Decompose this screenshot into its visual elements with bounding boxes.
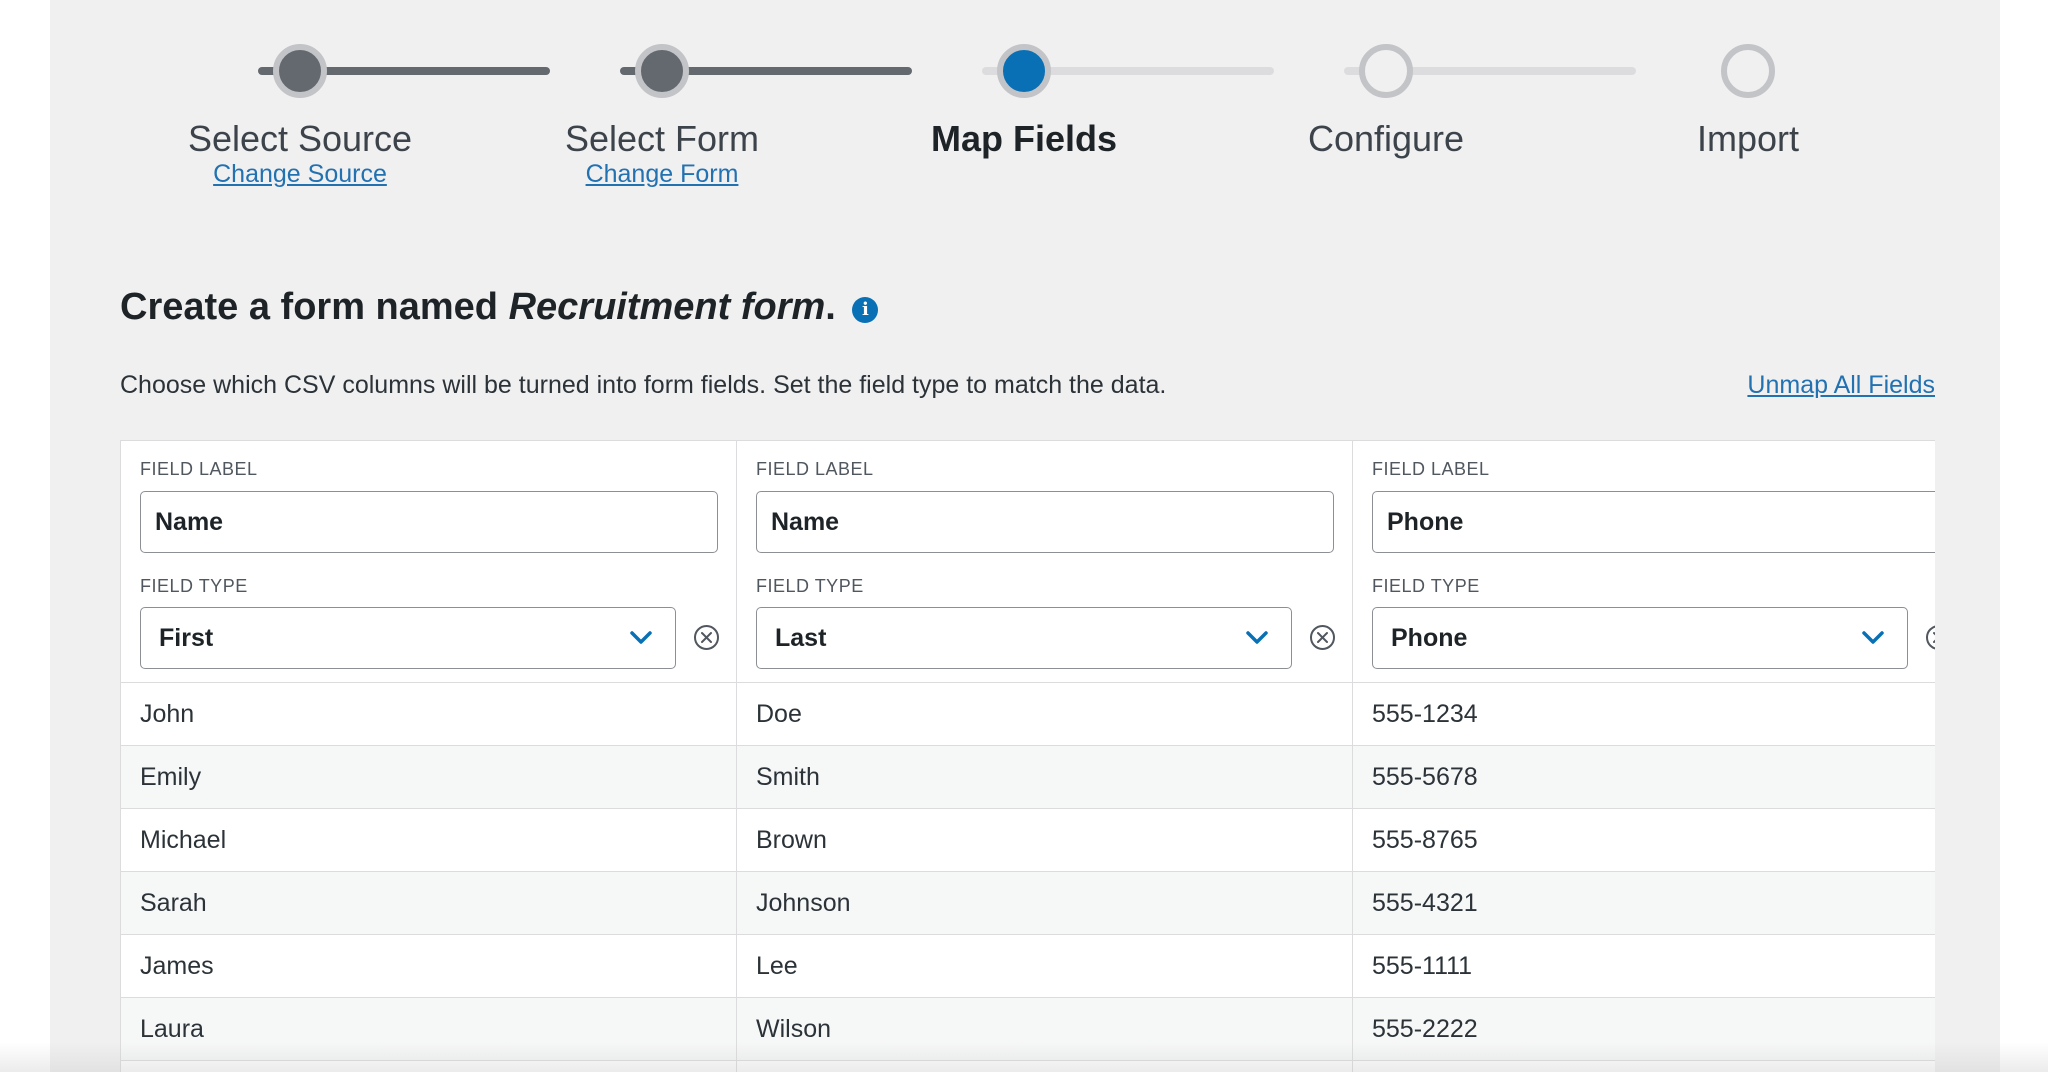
field-label-caption: FIELD LABEL — [756, 459, 874, 479]
table-row: John — [121, 683, 736, 746]
field-label-caption: FIELD LABEL — [140, 459, 258, 479]
table-cell: Doe — [756, 700, 802, 728]
field-label-input[interactable] — [140, 491, 718, 553]
table-cell: Smith — [756, 763, 820, 791]
step-dot-select-source — [273, 44, 327, 98]
table-row: Emily — [121, 746, 736, 809]
unmap-all-fields-link[interactable]: Unmap All Fields — [1747, 371, 1935, 400]
table-cell: Lee — [756, 952, 798, 980]
table-cell: 555-4321 — [1372, 889, 1478, 917]
info-icon[interactable]: i — [852, 297, 879, 323]
field-type-select[interactable]: Last — [756, 607, 1292, 669]
table-row: 555-1111 — [1353, 935, 1935, 998]
field-type-caption: FIELD TYPE — [756, 576, 864, 596]
remove-circle-icon[interactable] — [693, 624, 720, 651]
table-row — [1353, 1061, 1935, 1072]
table-row: Laura — [121, 998, 736, 1061]
step-label-select-form: Select Form — [564, 118, 760, 159]
table-cell: 555-1111 — [1372, 952, 1473, 980]
column-header: FIELD LABEL FIELD TYPE Phone — [1353, 441, 1935, 683]
table-row: 555-4321 — [1353, 872, 1935, 935]
mapping-description: Choose which CSV columns will be turned … — [120, 371, 1167, 399]
table-cell: James — [140, 952, 214, 980]
chevron-down-icon — [1246, 631, 1268, 644]
table-row: James — [121, 935, 736, 998]
import-panel: Select Source Select Form Map Fields Con… — [50, 0, 2000, 1072]
table-row: Doe — [737, 683, 1352, 746]
step-dot-import — [1721, 44, 1775, 98]
table-cell: Laura — [140, 1015, 204, 1043]
table-cell: 555-1234 — [1372, 700, 1478, 728]
field-mapping-table: FIELD LABEL FIELD TYPE First John Emily … — [120, 440, 1935, 1072]
field-label-input[interactable] — [756, 491, 1334, 553]
table-row: Wilson — [737, 998, 1352, 1061]
title-suffix: . — [825, 286, 836, 328]
table-cell: Wilson — [756, 1015, 832, 1043]
table-row — [737, 1061, 1352, 1072]
field-type-value: Last — [775, 624, 827, 652]
table-cell: Emily — [140, 763, 202, 791]
table-cell: 555-2222 — [1372, 1015, 1478, 1043]
remove-circle-icon[interactable] — [1925, 624, 1935, 651]
table-cell: Sarah — [140, 889, 207, 917]
column-header: FIELD LABEL FIELD TYPE First — [121, 441, 736, 683]
step-label-configure: Configure — [1307, 118, 1465, 159]
table-row: 555-5678 — [1353, 746, 1935, 809]
step-dot-select-form — [635, 44, 689, 98]
title-prefix: Create a form named — [120, 286, 509, 328]
step-dot-configure — [1359, 44, 1413, 98]
field-type-caption: FIELD TYPE — [140, 576, 248, 596]
change-source-link[interactable]: Change Source — [140, 160, 460, 189]
table-row: Michael — [121, 809, 736, 872]
import-stepper: Select Source Select Form Map Fields Con… — [50, 0, 2000, 200]
table-row: Sarah — [121, 872, 736, 935]
field-type-select[interactable]: Phone — [1372, 607, 1908, 669]
mapping-column: FIELD LABEL FIELD TYPE Last Doe Smith Br… — [737, 441, 1353, 1072]
table-cell: Brown — [756, 826, 827, 854]
field-type-select[interactable]: First — [140, 607, 676, 669]
table-cell: 555-5678 — [1372, 763, 1478, 791]
table-cell: Johnson — [756, 889, 851, 917]
remove-circle-icon[interactable] — [1309, 624, 1336, 651]
step-label-select-source: Select Source — [187, 118, 413, 159]
step-dot-map-fields — [997, 44, 1051, 98]
form-name: Recruitment form — [508, 286, 826, 328]
field-label-caption: FIELD LABEL — [1372, 459, 1490, 479]
column-header: FIELD LABEL FIELD TYPE Last — [737, 441, 1352, 683]
change-form-link[interactable]: Change Form — [502, 160, 822, 189]
field-label-input[interactable] — [1372, 491, 1935, 553]
table-row: Smith — [737, 746, 1352, 809]
mapping-column: FIELD LABEL FIELD TYPE Phone 555-1234 55… — [1353, 441, 1935, 1072]
field-type-caption: FIELD TYPE — [1372, 576, 1480, 596]
table-row — [121, 1061, 736, 1072]
table-row: Brown — [737, 809, 1352, 872]
step-label-map-fields: Map Fields — [930, 118, 1118, 159]
step-label-import: Import — [1696, 118, 1800, 159]
table-cell: Michael — [140, 826, 227, 854]
table-row: Lee — [737, 935, 1352, 998]
table-row: 555-8765 — [1353, 809, 1935, 872]
chevron-down-icon — [1862, 631, 1884, 644]
field-type-value: First — [159, 624, 214, 652]
table-row: 555-2222 — [1353, 998, 1935, 1061]
table-row: Johnson — [737, 872, 1352, 935]
mapping-column: FIELD LABEL FIELD TYPE First John Emily … — [121, 441, 737, 1072]
page-title: Create a form named Recruitment form. i — [120, 286, 879, 329]
table-cell: 555-8765 — [1372, 826, 1478, 854]
chevron-down-icon — [630, 631, 652, 644]
table-row: 555-1234 — [1353, 683, 1935, 746]
field-type-value: Phone — [1391, 624, 1468, 652]
table-cell: John — [140, 700, 195, 728]
